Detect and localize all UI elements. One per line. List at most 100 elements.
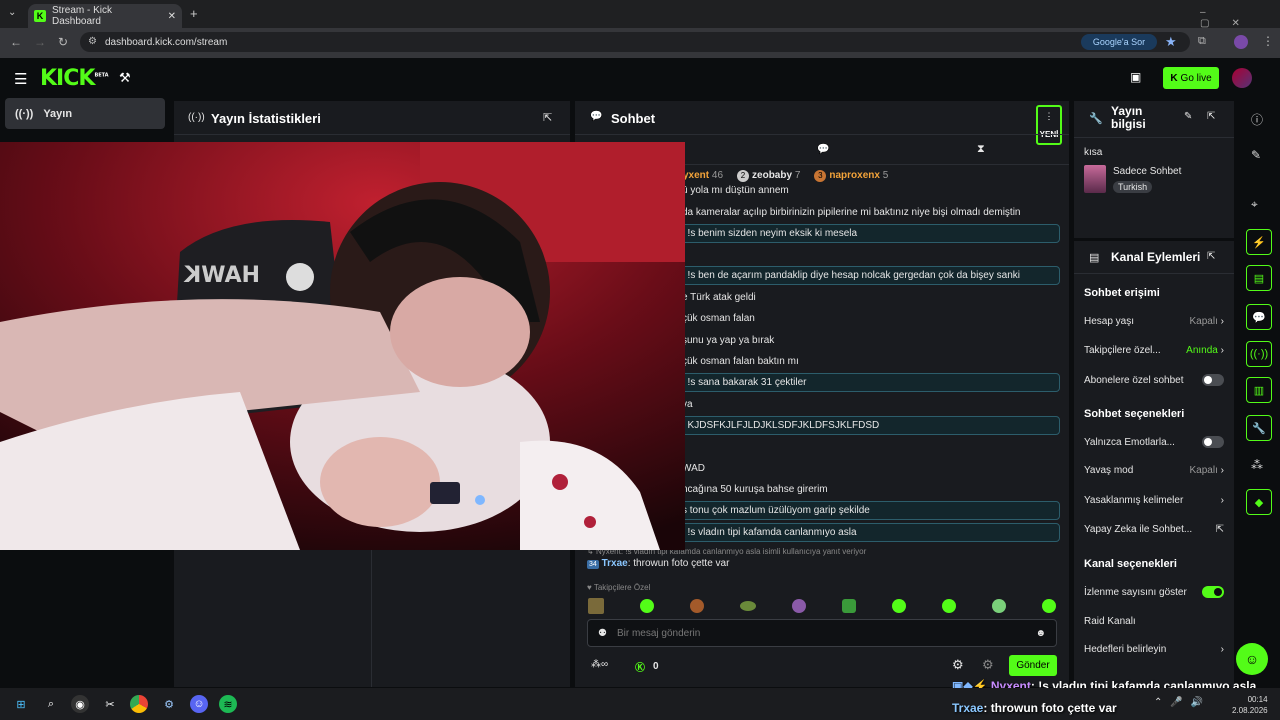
tab-list-button[interactable]: ⌄ [8, 7, 16, 18]
settings-icon[interactable]: ⚙ [952, 657, 964, 673]
emote[interactable] [740, 601, 756, 611]
forward-icon[interactable]: → [34, 35, 46, 49]
focus-icon[interactable]: ⌖ [1251, 197, 1258, 212]
webcam-video[interactable]: HAWK [0, 142, 685, 550]
account-age-row[interactable]: Hesap yaşı Kapalı › [1084, 316, 1224, 327]
close-tab-icon[interactable]: ✕ [168, 11, 176, 22]
steam-icon[interactable]: ⚙ [160, 695, 178, 713]
chevron-right-icon: › [1220, 345, 1224, 356]
pen-icon[interactable]: ✎ [1251, 148, 1261, 162]
bookmark-star-icon[interactable]: ★ [1165, 34, 1177, 50]
google-ask-button[interactable]: Google'a Sor [1081, 34, 1157, 50]
rail-wrench-icon[interactable]: 🔧 [1246, 415, 1272, 441]
banned-words-row[interactable]: Yasaklanmış kelimeler › [1084, 495, 1224, 506]
mod-icon[interactable]: ⚙ [982, 657, 994, 673]
chat-message: ü yola mı düştün annem [682, 185, 789, 196]
show-viewers-toggle[interactable] [1202, 586, 1224, 598]
help-chat-button[interactable]: ☺ [1236, 643, 1268, 675]
studio-icon[interactable]: ▣ [1130, 70, 1141, 84]
hamburger-menu-icon[interactable]: ☰ [14, 70, 27, 88]
extensions-icon[interactable]: ⧉ [1198, 35, 1206, 48]
info-title: Yayın bilgisi [1111, 104, 1146, 131]
top-chatter-3[interactable]: 3 naproxenx 5 [814, 170, 888, 182]
emote[interactable] [588, 598, 604, 614]
clock[interactable]: 00:14 2.08.2026 [1232, 694, 1268, 716]
reload-icon[interactable]: ↻ [58, 35, 68, 49]
section-channel-options: Kanal seçenekleri [1084, 558, 1177, 570]
info-icon[interactable]: ⓘ [1251, 111, 1263, 128]
tools-icon[interactable]: ⚒ [119, 70, 131, 86]
chrome-icon[interactable] [130, 695, 148, 713]
emote[interactable] [690, 599, 704, 613]
edit-icon[interactable]: ✎ [1184, 111, 1192, 122]
bubbles-icon[interactable]: ⁂ [1251, 458, 1263, 472]
top-chatter-2[interactable]: 2 zeobaby 7 [737, 170, 800, 182]
slow-mode-row[interactable]: Yavaş mod Kapalı › [1084, 465, 1224, 476]
site-info-icon[interactable]: ⚙ [88, 36, 97, 47]
obs-icon[interactable]: ◉ [71, 695, 89, 713]
raid-row[interactable]: Raid Kanalı [1084, 616, 1224, 627]
search-icon[interactable]: ⌕ [42, 695, 60, 713]
channel-points[interactable]: Ⓚ 0 [635, 659, 659, 674]
user-avatar[interactable] [1232, 68, 1252, 88]
ai-chat-row[interactable]: Yapay Zeka ile Sohbet... ⇱ [1084, 524, 1224, 535]
emote[interactable] [1042, 599, 1056, 613]
rail-diamond-icon[interactable]: ◆ [1246, 489, 1272, 515]
show-viewers-row: İzlenme sayısını göster [1084, 586, 1224, 598]
spotify-icon[interactable]: ≋ [219, 695, 237, 713]
discord-icon[interactable]: ☺ [190, 695, 208, 713]
chat-input[interactable]: ⚉ Bir mesaj gönderin ☻ [587, 619, 1057, 647]
rail-notes-icon[interactable]: ▤ [1246, 265, 1272, 291]
chat-settings-icon[interactable]: ⚉ [598, 628, 607, 639]
goals-row[interactable]: Hedefleri belirleyin › [1084, 644, 1224, 655]
language-tag: Turkish [1113, 181, 1153, 193]
emotes-only-toggle[interactable] [1202, 436, 1224, 448]
channel-icon: ▤ [1089, 252, 1100, 264]
kick-logo[interactable]: KICKBETA [40, 66, 109, 91]
emote[interactable] [842, 599, 856, 613]
popout-icon[interactable]: ⇱ [1207, 111, 1215, 122]
browser-menu-icon[interactable]: ⋮ [1262, 34, 1274, 48]
rail-layout-icon[interactable]: ▥ [1246, 377, 1272, 403]
chat-message: s tonu çok mazlum üzülüyom garip şekilde [682, 505, 870, 516]
back-icon[interactable]: ← [10, 35, 22, 49]
nav-item-stream[interactable]: ((·)) Yayın [5, 98, 165, 129]
rail-lightning-icon[interactable]: ⚡ [1246, 229, 1272, 255]
external-link-icon: ⇱ [1215, 524, 1224, 535]
emote[interactable] [640, 599, 654, 613]
followers-only-row[interactable]: Takipçilere özel... Anında › [1084, 345, 1224, 356]
chat-menu-button[interactable]: ⋮ YENİ [1036, 105, 1062, 145]
followers-only-label: ♥ Takipçilere Özel [587, 583, 651, 592]
divider [174, 134, 570, 135]
section-chat-access: Sohbet erişimi [1084, 287, 1160, 299]
emote-bar [588, 596, 1056, 616]
url-field[interactable]: dashboard.kick.com/stream [80, 32, 1190, 52]
window-controls[interactable]: –▢✕ [1200, 7, 1280, 29]
popout-icon[interactable]: ⇱ [1207, 251, 1215, 262]
capcut-icon[interactable]: ✂ [101, 695, 119, 713]
new-tab-button[interactable]: + [190, 6, 198, 21]
svg-text:HAWK: HAWK [183, 263, 260, 288]
emoji-icon[interactable]: ☻ [1035, 628, 1046, 639]
chat-tab-hourglass-icon[interactable]: ⧗ [977, 143, 985, 156]
top-chatter-1[interactable]: yxent 46 [683, 170, 723, 182]
windows-start-icon[interactable]: ⊞ [12, 695, 30, 713]
profile-avatar[interactable] [1234, 35, 1248, 49]
subs-only-toggle[interactable] [1202, 374, 1224, 386]
popout-icon[interactable]: ⇱ [543, 111, 552, 124]
browser-tab[interactable]: K Stream - Kick Dashboard ✕ [28, 4, 182, 28]
system-tray-icons[interactable]: ⌃🎤🔊 [1154, 697, 1211, 708]
rail-broadcast-icon[interactable]: ((·)) [1246, 341, 1272, 367]
rail-chat-icon[interactable]: 💬 [1246, 304, 1272, 330]
chat-message: : !s ben de açarım pandaklip diye hesap … [682, 270, 1020, 281]
chat-tools[interactable]: ⁂∞ [591, 659, 608, 670]
emote[interactable] [942, 599, 956, 613]
more-icon: ⋮ [1044, 111, 1054, 121]
emote[interactable] [992, 599, 1006, 613]
chat-message: e Türk atak geldi [682, 292, 756, 303]
emote[interactable] [792, 599, 806, 613]
emote[interactable] [892, 599, 906, 613]
send-button[interactable]: Gönder [1009, 655, 1057, 676]
go-live-button[interactable]: K Go live [1163, 67, 1219, 89]
chat-tab-messages[interactable]: 💬 [817, 144, 829, 155]
